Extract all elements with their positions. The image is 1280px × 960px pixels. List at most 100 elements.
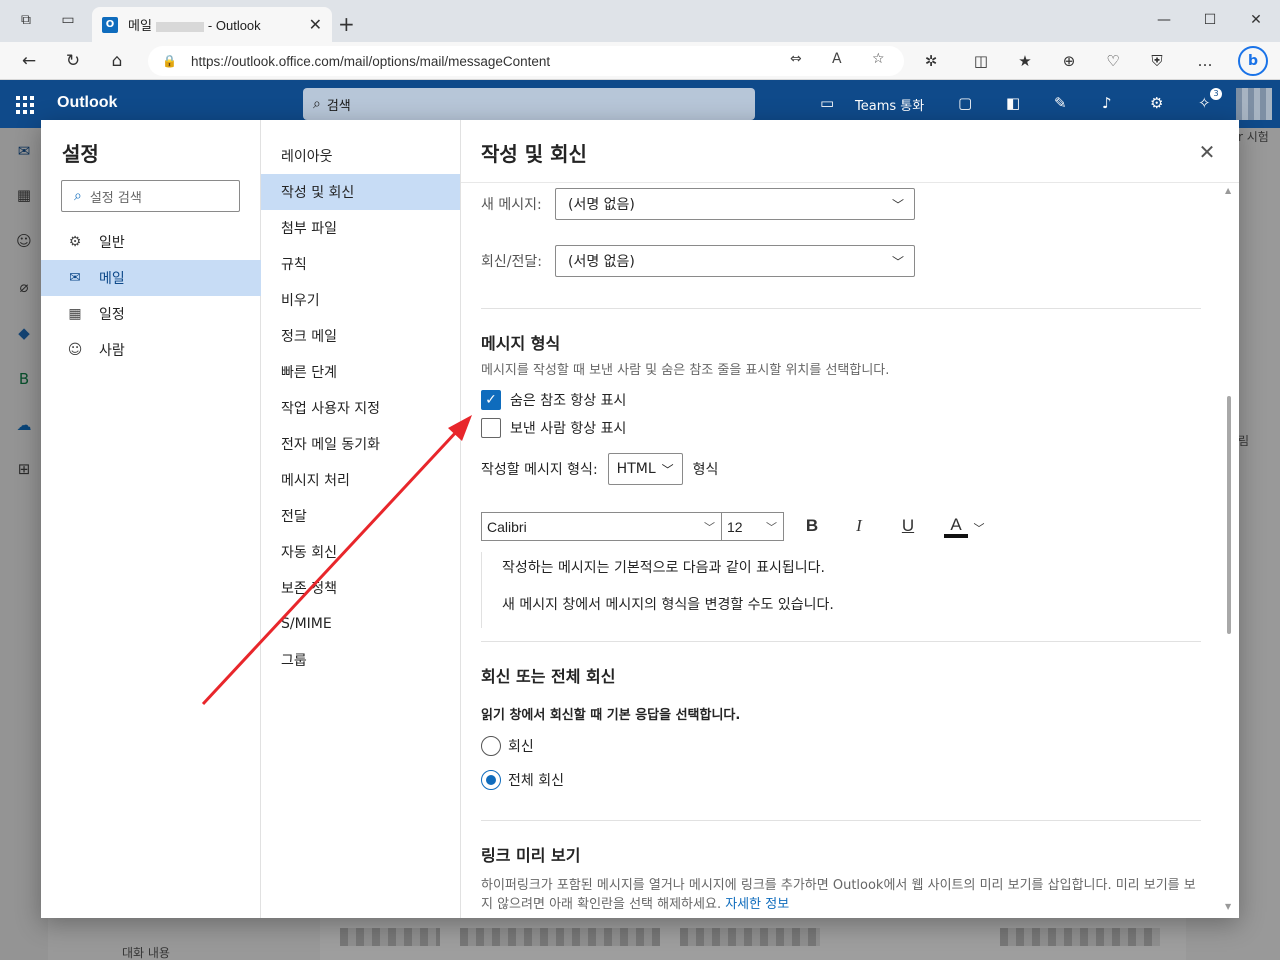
chat-icon[interactable]: ▢ bbox=[958, 94, 972, 112]
always-show-from-row[interactable]: 보낸 사람 항상 표시 bbox=[481, 418, 626, 438]
section-sync-email[interactable]: 전자 메일 동기화 bbox=[261, 426, 460, 462]
section-quick-steps[interactable]: 빠른 단계 bbox=[261, 354, 460, 390]
underline-button[interactable]: U bbox=[896, 516, 920, 540]
teams-call-button[interactable]: Teams 통화 bbox=[855, 95, 924, 114]
outlook-search-box[interactable]: ⌕ 검색 bbox=[303, 88, 755, 120]
notifications-bell-icon[interactable]: ♪ bbox=[1102, 94, 1112, 112]
outlook-favicon-icon: O bbox=[102, 16, 118, 33]
reply-all-option[interactable]: 전체 회신 bbox=[481, 770, 564, 790]
reply-signature-select[interactable]: (서명 없음) ﹀ bbox=[555, 245, 915, 277]
home-icon[interactable]: ⌂ bbox=[106, 50, 128, 72]
avatar[interactable] bbox=[1236, 88, 1272, 120]
section-sweep[interactable]: 비우기 bbox=[261, 282, 460, 318]
compose-reply-panel: 작성 및 회신 ✕ 새 메시지: (서명 없음) ﹀ 회신/전달: (서명 없음… bbox=[461, 120, 1239, 918]
more-menu-icon[interactable]: … bbox=[1194, 51, 1216, 73]
tips-lightbulb-icon[interactable]: ✧ bbox=[1198, 94, 1211, 112]
compose-format-select[interactable]: HTML ﹀ bbox=[607, 453, 683, 485]
section-attachments[interactable]: 첨부 파일 bbox=[261, 210, 460, 246]
my-day-icon[interactable]: ✎ bbox=[1054, 94, 1067, 112]
settings-search-input[interactable]: ⌕ 설정 검색 bbox=[61, 180, 240, 212]
reply-option[interactable]: 회신 bbox=[481, 736, 534, 756]
browser-essentials-icon[interactable]: ♡ bbox=[1102, 51, 1124, 73]
tab-actions-icon[interactable]: ▭ bbox=[58, 10, 78, 30]
reply-radio[interactable] bbox=[481, 736, 501, 756]
reply-all-radio[interactable] bbox=[481, 770, 501, 790]
close-icon[interactable]: ✕ bbox=[1197, 140, 1217, 164]
bold-button[interactable]: B bbox=[800, 516, 824, 540]
section-message-handling[interactable]: 메시지 처리 bbox=[261, 462, 460, 498]
message-format-description: 메시지를 작성할 때 보낸 사람 및 숨은 참조 줄을 표시할 위치를 선택합니… bbox=[481, 363, 890, 378]
shield-icon[interactable]: ⛨ bbox=[1146, 51, 1168, 73]
category-general[interactable]: ⚙ 일반 bbox=[41, 224, 261, 260]
close-window-icon[interactable]: ✕ bbox=[1246, 12, 1266, 28]
section-junk-email[interactable]: 정크 메일 bbox=[261, 318, 460, 354]
section-rules[interactable]: 규칙 bbox=[261, 246, 460, 282]
font-name-select[interactable]: Calibri ﹀ bbox=[481, 512, 722, 541]
reply-signature-label: 회신/전달: bbox=[481, 254, 542, 270]
section-smime[interactable]: S/MIME bbox=[261, 606, 460, 642]
font-color-icon[interactable]: A bbox=[944, 516, 968, 538]
scroll-down-icon[interactable]: ▼ bbox=[1225, 902, 1231, 911]
always-show-from-checkbox[interactable] bbox=[481, 418, 501, 438]
read-aloud-icon[interactable]: A bbox=[832, 51, 842, 67]
extensions-icon[interactable]: ✲ bbox=[920, 51, 942, 73]
panel-title: 작성 및 회신 bbox=[481, 142, 587, 166]
format-preview: 작성하는 메시지는 기본적으로 다음과 같이 표시됩니다. 새 메시지 창에서 … bbox=[481, 552, 1201, 628]
panel-scrollbar[interactable]: ▲ ▼ bbox=[1225, 186, 1233, 912]
category-calendar[interactable]: ▦ 일정 bbox=[41, 296, 261, 332]
compose-format-row: 작성할 메시지 형식: HTML ﹀ 형식 bbox=[481, 453, 718, 485]
compose-format-suffix: 형식 bbox=[692, 462, 719, 478]
reply-description: 읽기 창에서 회신할 때 기본 응답을 선택합니다. bbox=[481, 708, 741, 723]
office-icon[interactable]: ◧ bbox=[1006, 94, 1020, 112]
category-mail[interactable]: ✉ 메일 bbox=[41, 260, 261, 296]
link-preview-description: 하이퍼링크가 포함된 메시지를 열거나 메시지에 링크를 추가하면 Outloo… bbox=[481, 878, 1196, 912]
chevron-down-icon[interactable]: ﹀ bbox=[967, 520, 991, 544]
tab-title: 메일 - Outlook bbox=[128, 18, 261, 33]
section-compose-and-reply[interactable]: 작성 및 회신 bbox=[261, 174, 460, 210]
section-automatic-replies[interactable]: 자동 회신 bbox=[261, 534, 460, 570]
section-customize-actions[interactable]: 작업 사용자 지정 bbox=[261, 390, 460, 426]
chevron-down-icon: ﹀ bbox=[766, 522, 777, 534]
scroll-thumb[interactable] bbox=[1227, 396, 1231, 634]
close-tab-icon[interactable]: ✕ bbox=[309, 15, 322, 34]
address-bar[interactable]: 🔒 https://outlook.office.com/mail/option… bbox=[148, 46, 904, 76]
always-show-bcc-checkbox[interactable]: ✓ bbox=[481, 390, 501, 410]
section-layout[interactable]: 레이아웃 bbox=[261, 138, 460, 174]
section-forwarding[interactable]: 전달 bbox=[261, 498, 460, 534]
bing-copilot-icon[interactable]: b bbox=[1238, 46, 1268, 76]
settings-gear-icon[interactable]: ⚙ bbox=[1150, 94, 1163, 112]
browser-toolbar: ← ↻ ⌂ 🔒 https://outlook.office.com/mail/… bbox=[0, 42, 1280, 80]
browser-tab-bar: ⧉ ▭ O 메일 - Outlook ✕ + — ☐ ✕ bbox=[0, 0, 1280, 42]
new-tab-icon[interactable]: + bbox=[338, 12, 355, 36]
url-text: https://outlook.office.com/mail/options/… bbox=[190, 53, 551, 69]
divider bbox=[481, 641, 1201, 642]
workspaces-icon[interactable]: ⧉ bbox=[16, 10, 36, 30]
preview-line-1: 작성하는 메시지는 기본적으로 다음과 같이 표시됩니다. bbox=[502, 560, 825, 576]
mail-sections-pane: 레이아웃 작성 및 회신 첨부 파일 규칙 비우기 정크 메일 빠른 단계 작업… bbox=[261, 120, 461, 918]
refresh-icon[interactable]: ↻ bbox=[62, 50, 84, 72]
chevron-down-icon: ﹀ bbox=[661, 463, 674, 477]
back-icon[interactable]: ← bbox=[18, 50, 40, 72]
app-available-icon[interactable]: ⇔ bbox=[790, 51, 802, 67]
always-show-bcc-row[interactable]: ✓ 숨은 참조 항상 표시 bbox=[481, 390, 626, 410]
new-message-signature-label: 새 메시지: bbox=[481, 197, 542, 213]
lock-icon[interactable]: 🔒 bbox=[162, 54, 177, 68]
italic-button[interactable]: I bbox=[847, 516, 871, 540]
section-groups[interactable]: 그룹 bbox=[261, 642, 460, 678]
learn-more-link[interactable]: 자세한 정보 bbox=[725, 897, 789, 912]
font-size-select[interactable]: 12 ﹀ bbox=[721, 512, 784, 541]
collections-icon[interactable]: ⊕ bbox=[1058, 51, 1080, 73]
scroll-up-icon[interactable]: ▲ bbox=[1225, 186, 1231, 195]
browser-tab[interactable]: O 메일 - Outlook ✕ bbox=[92, 7, 332, 42]
section-retention-policies[interactable]: 보존 정책 bbox=[261, 570, 460, 606]
app-launcher-icon[interactable] bbox=[16, 96, 34, 114]
split-screen-icon[interactable]: ◫ bbox=[970, 51, 992, 73]
category-people[interactable]: ☺ 사람 bbox=[41, 332, 261, 368]
new-message-signature-select[interactable]: (서명 없음) ﹀ bbox=[555, 188, 915, 220]
people-icon: ☺ bbox=[67, 342, 83, 358]
minimize-icon[interactable]: — bbox=[1154, 12, 1174, 28]
video-call-icon[interactable]: ▭ bbox=[820, 94, 834, 112]
maximize-icon[interactable]: ☐ bbox=[1200, 12, 1220, 28]
favorite-star-icon[interactable]: ☆ bbox=[872, 51, 885, 67]
favorites-icon[interactable]: ★ bbox=[1014, 51, 1036, 73]
